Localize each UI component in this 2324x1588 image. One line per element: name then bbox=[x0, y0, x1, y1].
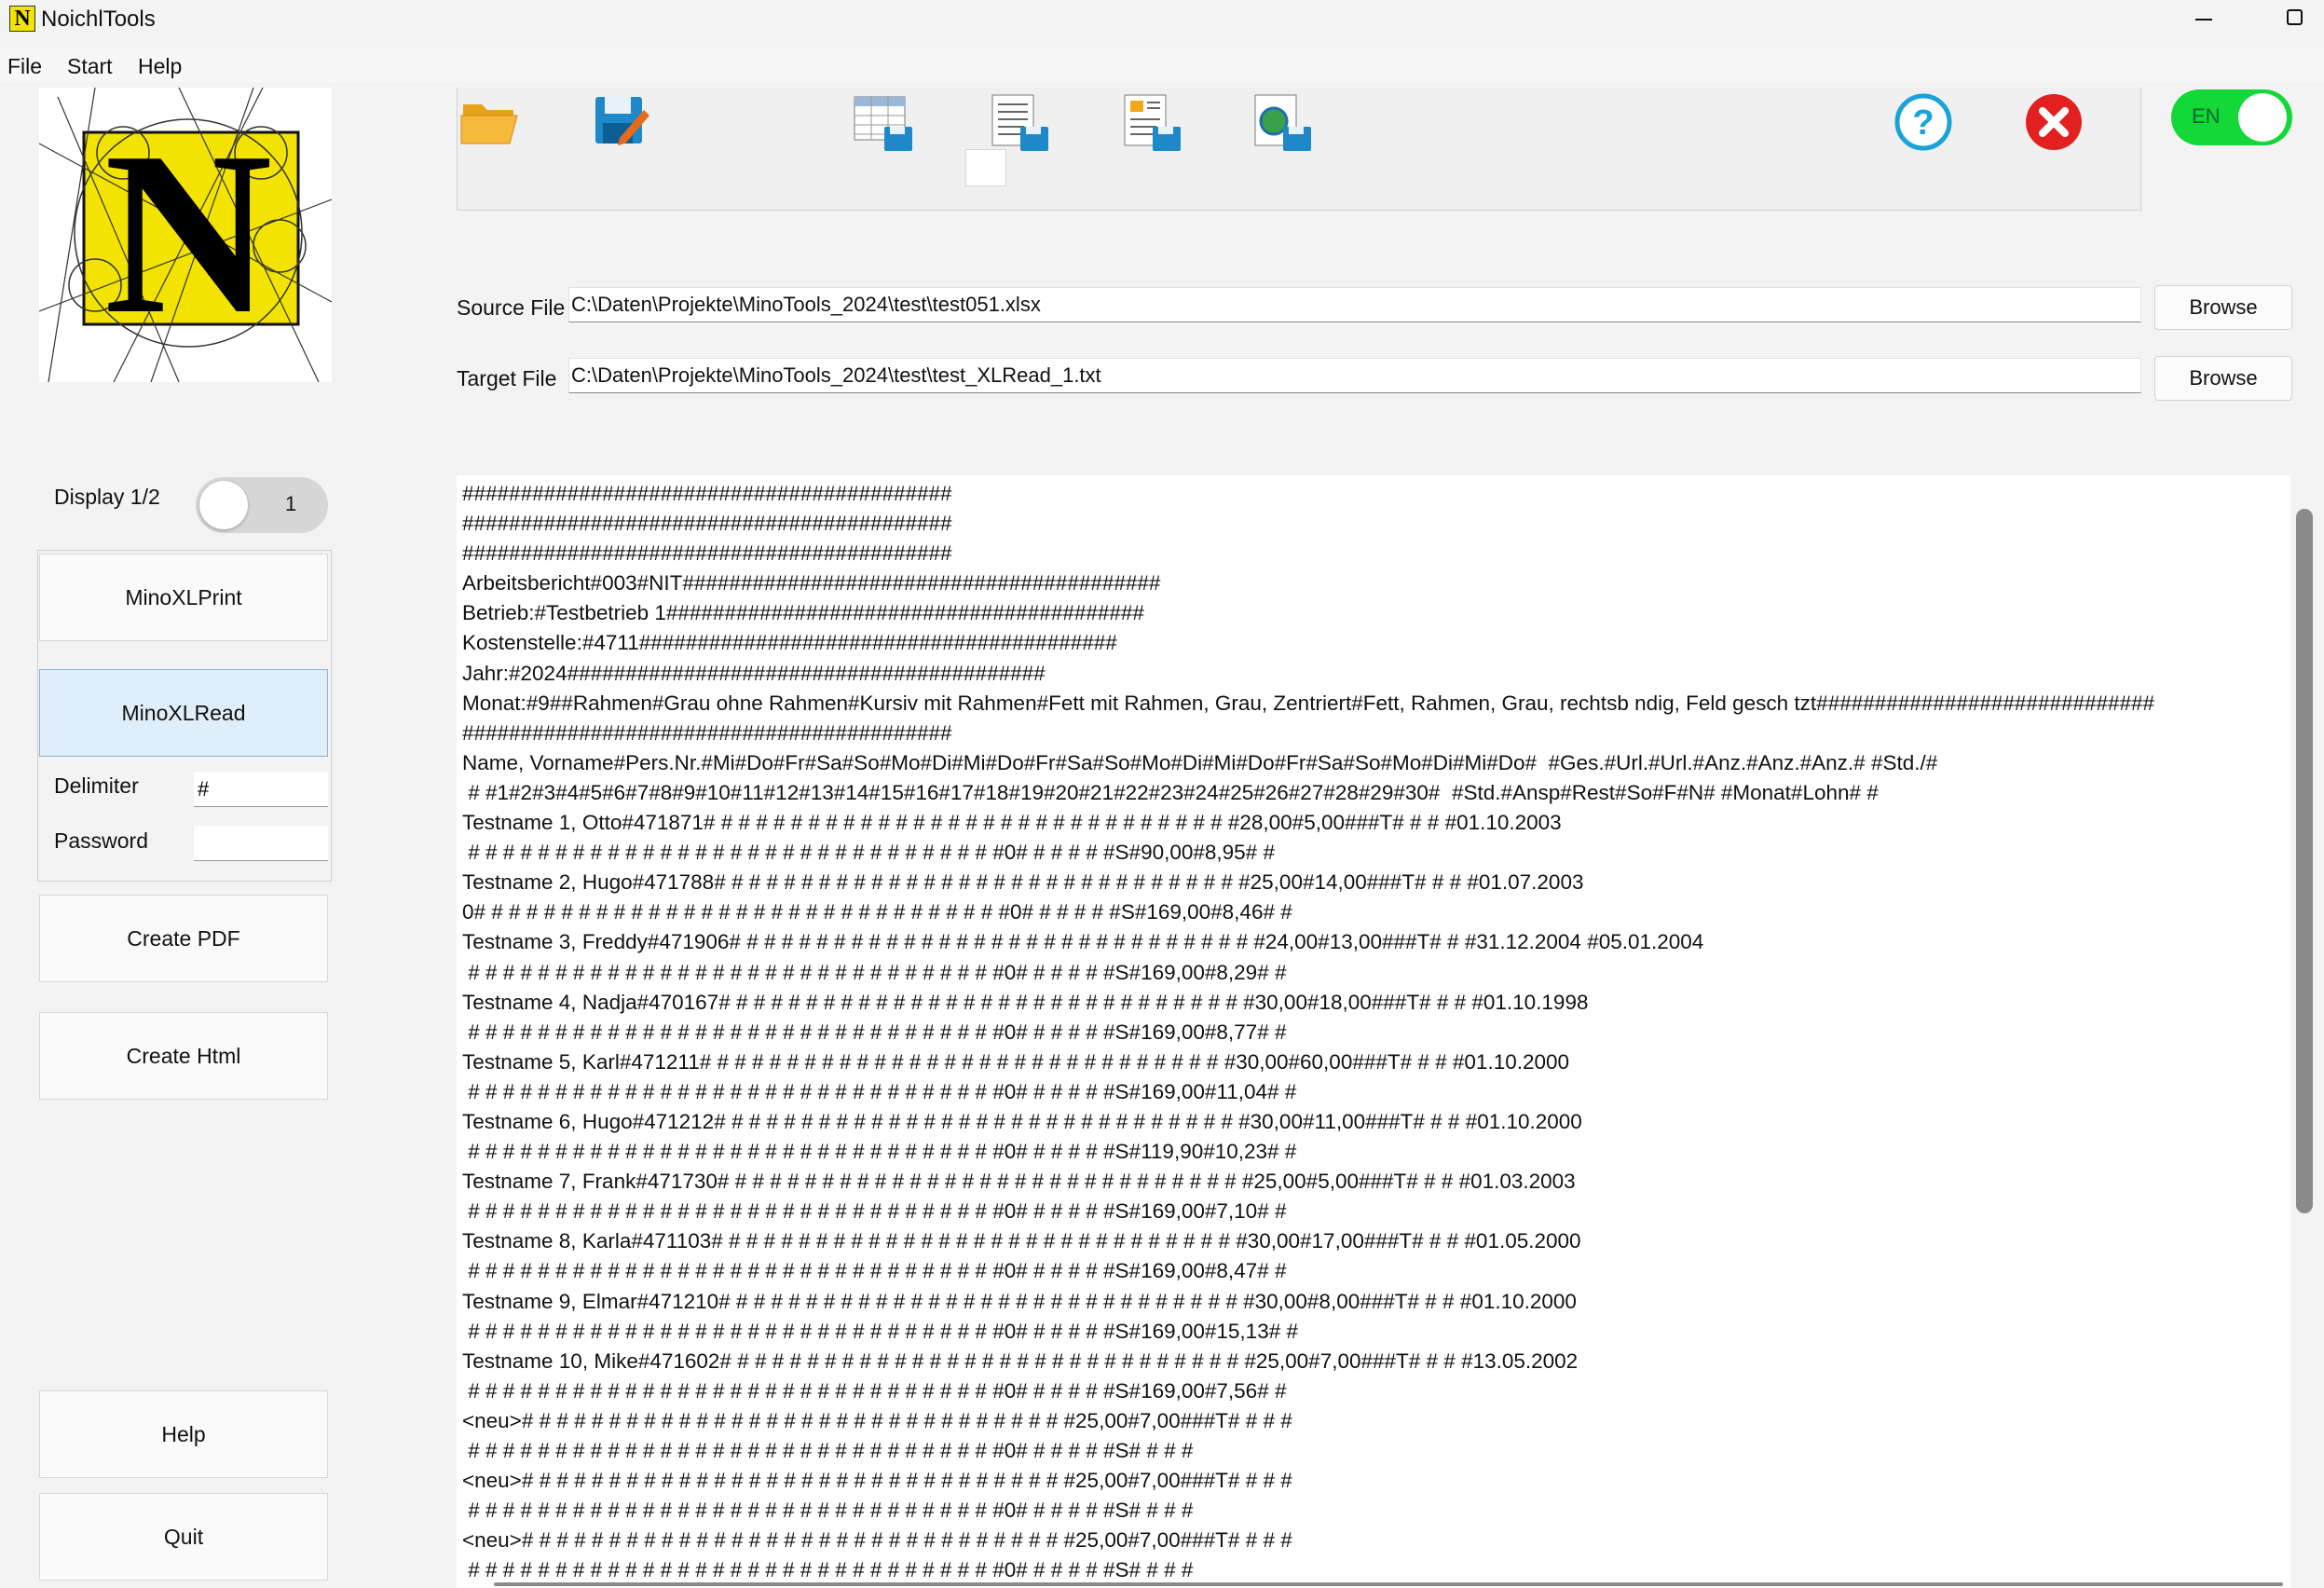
save-edit-icon[interactable] bbox=[592, 91, 651, 151]
output-line: ########################################… bbox=[462, 541, 952, 566]
output-line: Testname 8, Karla#471103# # # # # # # # … bbox=[462, 1229, 1581, 1253]
output-line: # # # # # # # # # # # # # # # # # # # # … bbox=[462, 841, 1275, 865]
output-line: Arbeitsbericht#003#NIT##################… bbox=[462, 571, 1161, 596]
output-line: # # # # # # # # # # # # # # # # # # # # … bbox=[462, 960, 1287, 984]
source-file-label: Source File bbox=[457, 295, 566, 320]
menu-file[interactable]: File bbox=[7, 52, 42, 80]
output-line: Testname 10, Mike#471602# # # # # # # # … bbox=[462, 1348, 1579, 1373]
output-line: Testname 4, Nadja#470167# # # # # # # # … bbox=[462, 990, 1589, 1014]
close-icon[interactable] bbox=[2023, 91, 2085, 153]
output-line: # #1#2#3#4#5#6#7#8#9#10#11#12#13#14#15#1… bbox=[462, 780, 1879, 804]
output-line: Kostenstelle:#4711######################… bbox=[462, 631, 1117, 655]
output-line: <neu># # # # # # # # # # # # # # # # # #… bbox=[462, 1528, 1292, 1553]
output-line: Jahr:#2024##############################… bbox=[462, 661, 1046, 685]
app-logo: N bbox=[38, 87, 333, 383]
output-line: ########################################… bbox=[462, 512, 952, 536]
output-line: # # # # # # # # # # # # # # # # # # # # … bbox=[462, 1140, 1297, 1164]
vertical-scrollbar[interactable] bbox=[2296, 509, 2313, 1213]
menu-help[interactable]: Help bbox=[138, 52, 182, 80]
output-line: # # # # # # # # # # # # # # # # # # # # … bbox=[462, 1199, 1287, 1224]
toolbar: ? bbox=[457, 88, 2141, 211]
output-line: Testname 5, Karl#471211# # # # # # # # #… bbox=[462, 1049, 1570, 1074]
logo-n-icon: N bbox=[38, 87, 333, 383]
target-file-field[interactable] bbox=[568, 358, 2141, 393]
output-line: # # # # # # # # # # # # # # # # # # # # … bbox=[462, 1499, 1194, 1523]
source-file-field[interactable] bbox=[568, 287, 2141, 322]
minoxlprint-button[interactable]: MinoXLPrint bbox=[39, 554, 328, 641]
window-title: NoichlTools bbox=[41, 7, 156, 32]
source-browse-button[interactable]: Browse bbox=[2154, 285, 2292, 330]
output-line: # # # # # # # # # # # # # # # # # # # # … bbox=[462, 1259, 1287, 1283]
output-line: # # # # # # # # # # # # # # # # # # # # … bbox=[462, 1079, 1297, 1103]
save-layout-icon[interactable] bbox=[1119, 93, 1184, 153]
output-line: Testname 2, Hugo#471788# # # # # # # # #… bbox=[462, 870, 1584, 895]
menu-start[interactable]: Start bbox=[67, 52, 113, 80]
title-bar bbox=[0, 0, 2324, 41]
output-line: <neu># # # # # # # # # # # # # # # # # #… bbox=[462, 1408, 1292, 1432]
toggle-knob bbox=[2238, 93, 2287, 142]
folder-open-icon[interactable] bbox=[458, 93, 523, 149]
output-line: Name, Vorname#Pers.Nr.#Mi#Do#Fr#Sa#So#Mo… bbox=[462, 750, 1938, 774]
display-value: 1 bbox=[285, 492, 297, 515]
svg-text:?: ? bbox=[1912, 103, 1934, 143]
minimize-button[interactable] bbox=[2182, 0, 2227, 37]
menu-bar: File Start Help bbox=[0, 48, 2324, 82]
target-file-label: Target File bbox=[457, 366, 557, 390]
minoxlread-button[interactable]: MinoXLRead bbox=[39, 669, 328, 757]
create-html-button[interactable]: Create Html bbox=[39, 1012, 328, 1100]
delimiter-label: Delimiter bbox=[54, 773, 139, 798]
display-toggle[interactable]: 1 bbox=[196, 477, 328, 533]
output-line: # # # # # # # # # # # # # # # # # # # # … bbox=[462, 1558, 1194, 1582]
password-label: Password bbox=[54, 828, 148, 853]
output-line: # # # # # # # # # # # # # # # # # # # # … bbox=[462, 1020, 1287, 1044]
output-line: # # # # # # # # # # # # # # # # # # # # … bbox=[462, 1439, 1194, 1462]
delimiter-field[interactable] bbox=[194, 772, 328, 807]
output-line: Betrieb:#Testbetrieb 1##################… bbox=[462, 601, 1144, 625]
output-lines: ########################################… bbox=[462, 479, 2279, 1585]
help-icon[interactable]: ? bbox=[1893, 91, 1954, 153]
output-line: Testname 3, Freddy#471906# # # # # # # #… bbox=[462, 930, 1704, 954]
output-line: Monat:#9##Rahmen#Grau ohne Rahmen#Kursiv… bbox=[462, 691, 2155, 715]
output-line: Testname 1, Otto#471871# # # # # # # # #… bbox=[462, 811, 1562, 835]
app-icon: N bbox=[9, 6, 35, 32]
toggle-knob bbox=[199, 481, 248, 529]
output-line: 0# # # # # # # # # # # # # # # # # # # #… bbox=[462, 900, 1292, 924]
svg-text:N: N bbox=[104, 104, 273, 363]
help-button[interactable]: Help bbox=[39, 1390, 328, 1478]
save-document-icon[interactable] bbox=[987, 93, 1052, 153]
horizontal-scrollbar[interactable] bbox=[494, 1582, 2283, 1586]
output-line: <neu># # # # # # # # # # # # # # # # # #… bbox=[462, 1469, 1292, 1493]
output-line: ########################################… bbox=[462, 482, 952, 505]
language-label: EN bbox=[2192, 104, 2221, 128]
output-line: Testname 7, Frank#471730# # # # # # # # … bbox=[462, 1170, 1576, 1194]
option-checkbox[interactable] bbox=[965, 149, 1006, 186]
save-web-icon[interactable] bbox=[1250, 93, 1315, 153]
output-line: # # # # # # # # # # # # # # # # # # # # … bbox=[462, 1378, 1287, 1403]
target-browse-button[interactable]: Browse bbox=[2154, 356, 2292, 401]
output-line: ########################################… bbox=[462, 720, 952, 745]
output-text-area[interactable]: ########################################… bbox=[457, 475, 2290, 1588]
create-pdf-button[interactable]: Create PDF bbox=[39, 895, 328, 982]
save-table-icon[interactable] bbox=[851, 93, 916, 153]
maximize-button[interactable] bbox=[2264, 0, 2309, 37]
output-line: # # # # # # # # # # # # # # # # # # # # … bbox=[462, 1319, 1298, 1343]
display-label: Display 1/2 bbox=[54, 485, 160, 509]
output-line: Testname 6, Hugo#471212# # # # # # # # #… bbox=[462, 1109, 1582, 1133]
quit-button[interactable]: Quit bbox=[39, 1493, 328, 1581]
password-field[interactable] bbox=[194, 826, 328, 861]
language-toggle[interactable]: EN bbox=[2171, 89, 2292, 145]
output-line: Testname 9, Elmar#471210# # # # # # # # … bbox=[462, 1289, 1577, 1313]
